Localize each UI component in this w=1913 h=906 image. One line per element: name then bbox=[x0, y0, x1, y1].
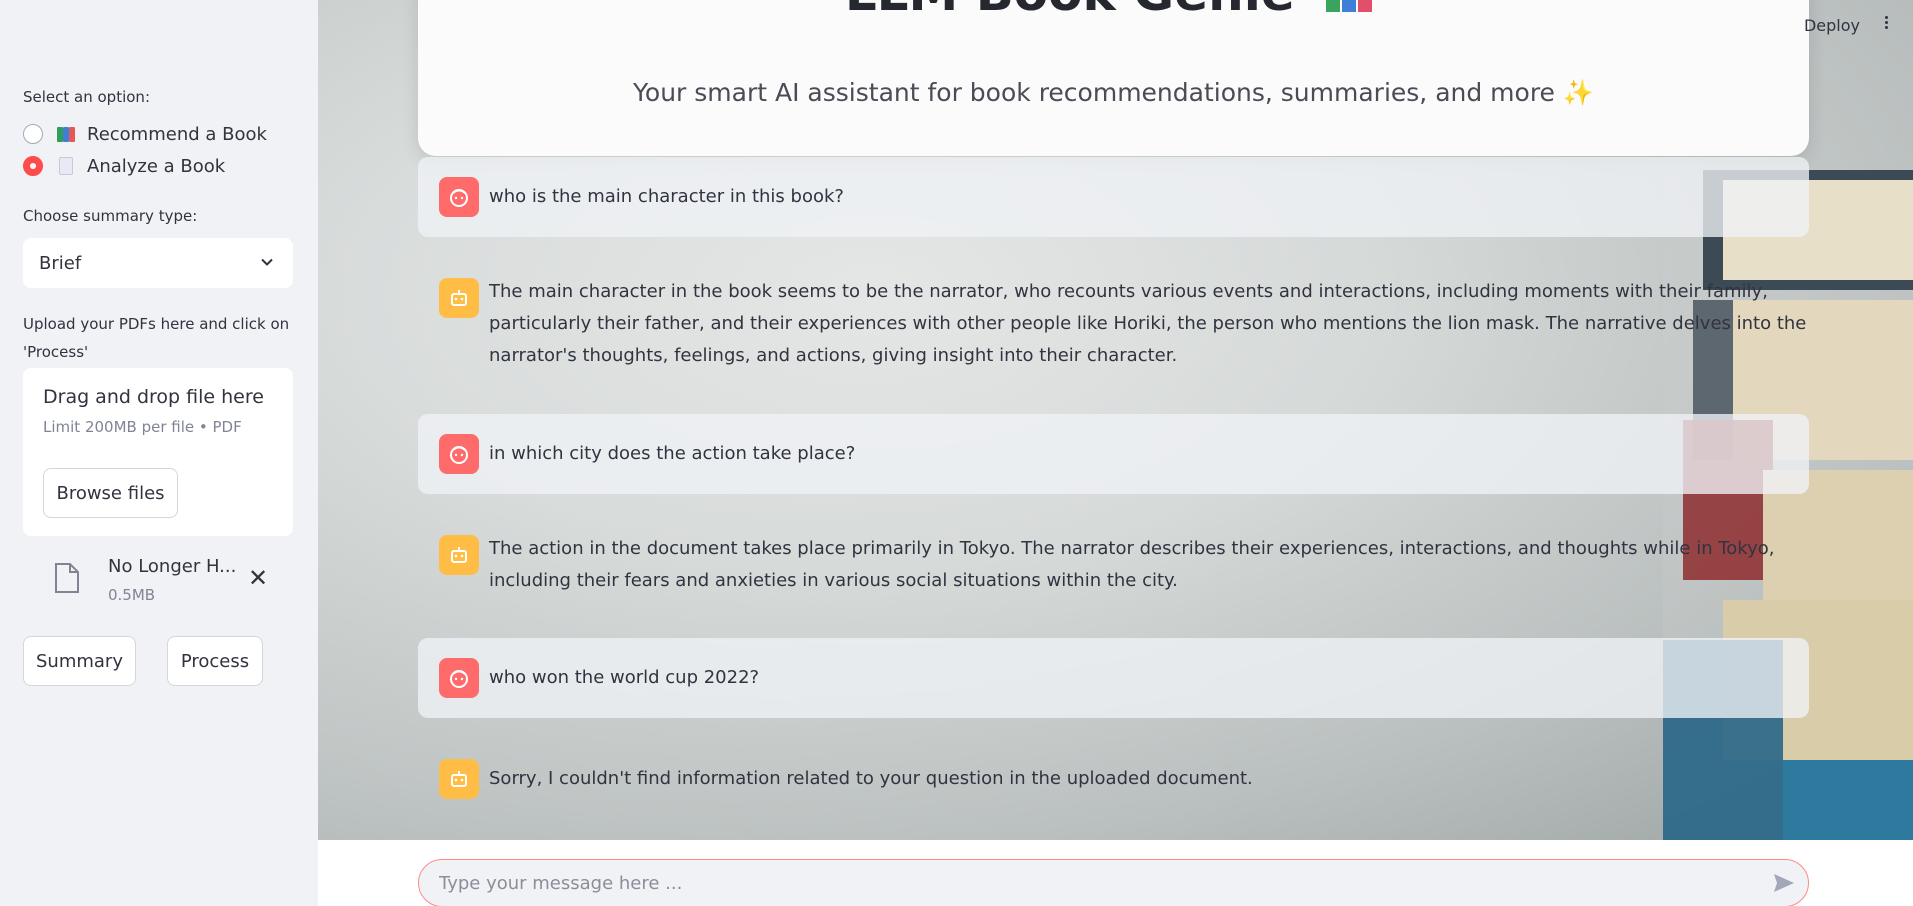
deploy-button[interactable]: Deploy bbox=[1804, 16, 1860, 35]
books-icon bbox=[57, 124, 75, 144]
chat-message-user: in which city does the action take place… bbox=[418, 414, 1809, 494]
option-label: Select an option: bbox=[23, 88, 150, 106]
assistant-avatar-icon bbox=[439, 535, 479, 575]
main-menu-icon[interactable] bbox=[1885, 14, 1891, 31]
summary-type-value: Brief bbox=[39, 252, 82, 274]
assistant-avatar-icon bbox=[439, 278, 479, 318]
summary-type-select[interactable]: Brief bbox=[23, 238, 293, 288]
radio-button[interactable] bbox=[23, 124, 43, 144]
chat-message-assistant: The main character in the book seems to … bbox=[418, 276, 1809, 376]
summary-button[interactable]: Summary bbox=[23, 636, 136, 686]
chat-message-user: who is the main character in this book? bbox=[418, 157, 1809, 237]
file-dropzone[interactable]: Drag and drop file here Limit 200MB per … bbox=[23, 368, 293, 536]
file-name: No Longer H... bbox=[108, 556, 237, 577]
summary-type-label: Choose summary type: bbox=[23, 207, 198, 225]
sidebar: Select an option: Recommend a Book Analy… bbox=[0, 0, 318, 906]
message-text: The action in the document takes place p… bbox=[489, 538, 1775, 591]
chat-input-bar bbox=[318, 840, 1913, 906]
assistant-avatar-icon bbox=[439, 759, 479, 799]
chat-message-assistant: Sorry, I couldn't find information relat… bbox=[418, 757, 1809, 799]
process-button[interactable]: Process bbox=[167, 636, 263, 686]
books-icon bbox=[1326, 0, 1373, 12]
page-subtitle: Your smart AI assistant for book recomme… bbox=[632, 78, 1595, 107]
browse-files-button[interactable]: Browse files bbox=[43, 468, 178, 518]
user-avatar-icon bbox=[439, 434, 479, 474]
radio-recommend-book[interactable]: Recommend a Book bbox=[23, 122, 267, 146]
page-title: LLM Book Genie bbox=[418, 0, 1809, 22]
user-avatar-icon bbox=[439, 658, 479, 698]
message-text: who won the world cup 2022? bbox=[489, 667, 760, 688]
file-icon bbox=[55, 563, 79, 593]
chevron-down-icon bbox=[261, 258, 273, 266]
chat-input-container bbox=[418, 859, 1809, 906]
message-text: who is the main character in this book? bbox=[489, 186, 844, 207]
option-label-recommend: Recommend a Book bbox=[87, 123, 267, 145]
main-area: LLM Book Genie Your smart AI assistant f… bbox=[318, 0, 1913, 840]
chat-input[interactable] bbox=[439, 860, 1739, 906]
dropzone-limit: Limit 200MB per file • PDF bbox=[43, 418, 242, 436]
file-size: 0.5MB bbox=[108, 586, 156, 604]
page-icon bbox=[59, 157, 73, 175]
header-card: LLM Book Genie Your smart AI assistant f… bbox=[418, 0, 1809, 156]
page-title-text: LLM Book Genie bbox=[845, 0, 1295, 22]
send-icon[interactable] bbox=[1772, 872, 1796, 894]
uploaded-file: No Longer H... 0.5MB ✕ bbox=[50, 556, 280, 606]
radio-analyze-book[interactable]: Analyze a Book bbox=[23, 154, 225, 178]
message-text: The main character in the book seems to … bbox=[489, 281, 1807, 366]
radio-button-selected[interactable] bbox=[23, 156, 43, 176]
dropzone-title: Drag and drop file here bbox=[43, 386, 264, 408]
upload-label: Upload your PDFs here and click on 'Proc… bbox=[23, 315, 290, 361]
message-text: Sorry, I couldn't find information relat… bbox=[489, 768, 1253, 789]
chat-message-assistant: The action in the document takes place p… bbox=[418, 533, 1809, 603]
message-text: in which city does the action take place… bbox=[489, 443, 856, 464]
user-avatar-icon bbox=[439, 177, 479, 217]
remove-file-icon[interactable]: ✕ bbox=[248, 564, 268, 592]
chat-message-user: who won the world cup 2022? bbox=[418, 638, 1809, 718]
option-label-analyze: Analyze a Book bbox=[87, 155, 226, 177]
